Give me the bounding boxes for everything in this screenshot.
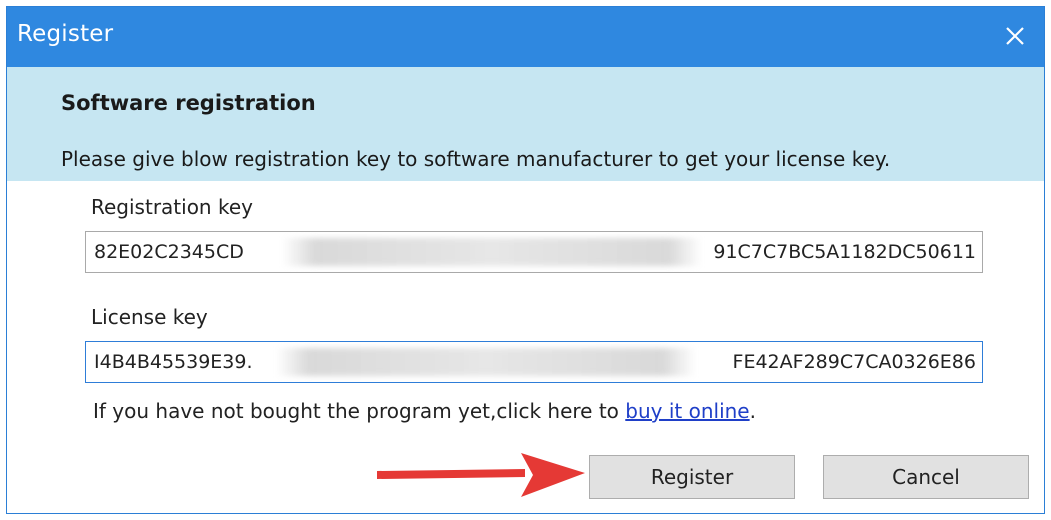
purchase-note: If you have not bought the program yet,c… xyxy=(93,399,756,423)
registration-key-field[interactable]: 82E02C2345CD 91C7C7BC5A1182DC50611 xyxy=(85,231,983,273)
registration-key-value-end: 91C7C7BC5A1182DC50611 xyxy=(713,241,976,263)
redaction-blur xyxy=(282,238,702,266)
header-band: Software registration Please give blow r… xyxy=(7,67,1044,181)
license-key-field[interactable]: I4B4B45539E39. FE42AF289C7CA0326E86 xyxy=(85,341,983,383)
purchase-note-text: If you have not bought the program yet,c… xyxy=(93,399,626,423)
register-dialog: Register Software registration Please gi… xyxy=(6,6,1045,514)
cancel-button[interactable]: Cancel xyxy=(823,455,1029,499)
registration-key-value-start: 82E02C2345CD xyxy=(94,241,244,263)
close-icon[interactable] xyxy=(998,19,1032,53)
title-bar: Register xyxy=(7,7,1044,67)
section-heading: Software registration xyxy=(61,91,316,115)
redaction-blur xyxy=(276,348,696,376)
instructions-text: Please give blow registration key to sof… xyxy=(61,147,891,171)
purchase-note-suffix: . xyxy=(749,399,756,423)
license-key-label: License key xyxy=(91,305,208,329)
buy-online-link[interactable]: buy it online xyxy=(625,399,749,423)
license-key-value-end: FE42AF289C7CA0326E86 xyxy=(732,351,976,373)
register-button[interactable]: Register xyxy=(589,455,795,499)
window-title: Register xyxy=(17,21,114,47)
pointer-arrow-icon xyxy=(377,453,585,497)
registration-key-label: Registration key xyxy=(91,195,253,219)
license-key-value-start: I4B4B45539E39. xyxy=(94,351,253,373)
